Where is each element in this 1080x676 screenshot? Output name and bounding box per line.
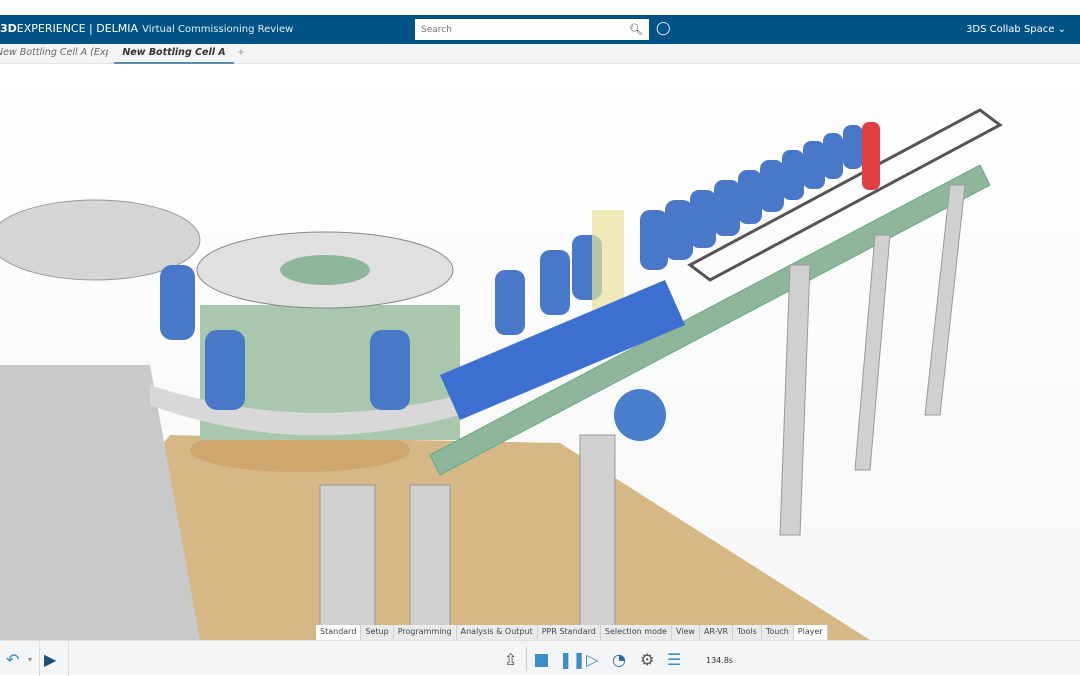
export-icon[interactable]: ⇫	[504, 650, 517, 669]
settings-icon[interactable]: ⚙	[640, 650, 654, 669]
tab-bar: New Bottling Cell A (Explore) New Bottli…	[0, 44, 1080, 64]
tab-touch[interactable]: Touch	[762, 625, 794, 640]
tab-setup[interactable]: Setup	[361, 625, 394, 640]
collab-space-label: 3DS Collab Space	[966, 24, 1055, 35]
tab-view[interactable]: View	[672, 625, 700, 640]
divider	[68, 641, 69, 676]
tab-programming[interactable]: Programming	[394, 625, 457, 640]
tab-selection-mode[interactable]: Selection mode	[601, 625, 672, 640]
top-bar: 3DEXPERIENCE | DELMIA Virtual Commissioni…	[0, 15, 1080, 44]
hand-wheel	[614, 389, 666, 441]
publish-icon[interactable]: ▶	[44, 650, 56, 669]
tab-analysis-output[interactable]: Analysis & Output	[457, 625, 538, 640]
tab-standard[interactable]: Standard	[316, 625, 362, 640]
tab-ar-vr[interactable]: AR-VR	[700, 625, 734, 640]
tab-tools[interactable]: Tools	[733, 625, 762, 640]
add-tab-button[interactable]: +	[237, 47, 245, 58]
stop-icon[interactable]	[535, 654, 548, 667]
search-input[interactable]	[421, 24, 630, 35]
app-name: Virtual Commissioning Review	[142, 24, 294, 35]
divider	[526, 647, 527, 671]
pause-icon[interactable]: ❚❚	[559, 650, 586, 669]
collab-space-dropdown[interactable]: 3DS Collab Space ⌄	[966, 24, 1066, 35]
brand-main: EXPERIENCE | DELMIA	[16, 22, 139, 35]
speedometer-icon[interactable]: ◔	[612, 650, 626, 669]
3d-viewport[interactable]	[0, 65, 1080, 641]
red-bottle	[862, 122, 880, 190]
search-icon[interactable]: 🔍︎	[629, 23, 643, 36]
tab-explore[interactable]: New Bottling Cell A (Explore)	[0, 47, 108, 58]
list-icon[interactable]: ☰	[667, 650, 681, 669]
simulation-time: 134.8s	[706, 656, 734, 665]
tab-player[interactable]: Player	[793, 625, 828, 640]
divider	[39, 641, 40, 676]
tab-ppr-standard[interactable]: PPR Standard	[538, 625, 601, 640]
brand: 3DEXPERIENCE | DELMIA Virtual Commissioni…	[0, 22, 293, 35]
bottling-cell-model	[0, 108, 1003, 641]
undo-icon[interactable]: ↶	[6, 650, 19, 669]
star-wheel-hub	[280, 255, 370, 285]
tab-active[interactable]: New Bottling Cell A	[114, 47, 234, 64]
top-margin	[0, 0, 1080, 15]
bottom-toolbar: ↶ ▾ ▶ ⇫ ❚❚ ▷ ◔ ⚙ ☰ 134.8s	[0, 640, 1080, 676]
brand-prefix: 3D	[0, 22, 17, 35]
step-forward-icon[interactable]: ▷	[586, 650, 598, 669]
action-bar: Standard Setup Programming Analysis & Ou…	[316, 625, 828, 640]
undo-dropdown-icon[interactable]: ▾	[28, 655, 32, 664]
search-box[interactable]: 🔍︎	[415, 19, 649, 40]
tag-icon[interactable]: ◯	[656, 21, 671, 36]
